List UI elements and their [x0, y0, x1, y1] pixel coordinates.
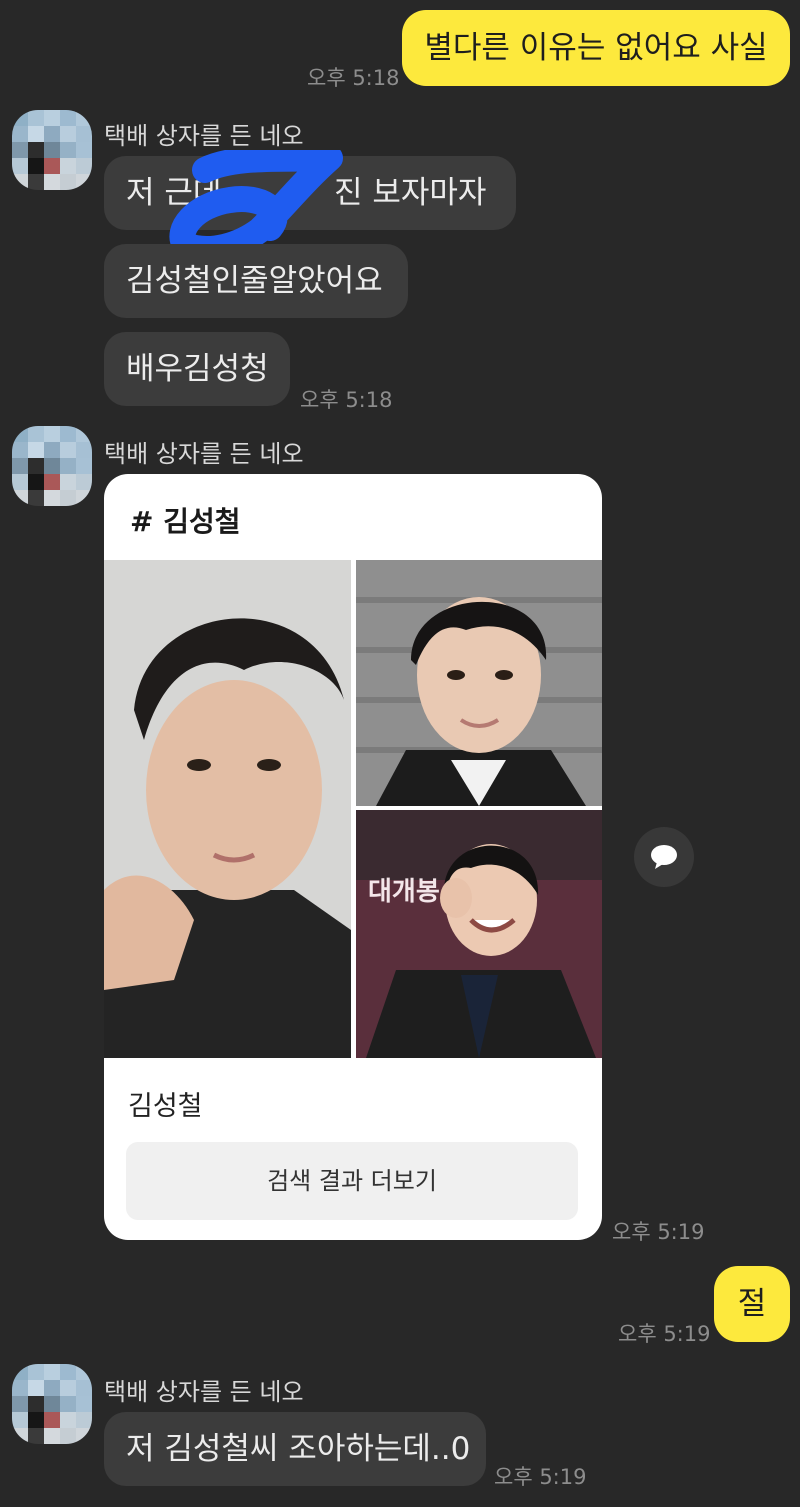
message-text-part: 저 근데: [126, 175, 222, 211]
profile-photo-top[interactable]: [356, 560, 602, 806]
message-text-part: 진 보자마자: [334, 175, 487, 211]
sender-name: 택배 상자를 든 네오: [104, 440, 304, 468]
search-result-card[interactable]: # 김성철 대개봉 김성철 검색 결과 더보기: [104, 474, 602, 1240]
incoming-message-bubble[interactable]: 김성철인줄알았어요: [104, 244, 408, 318]
share-button[interactable]: [634, 827, 694, 887]
message-time: 오후 5:19: [494, 1465, 587, 1489]
outgoing-message-bubble[interactable]: 절: [714, 1266, 790, 1342]
sender-name: 택배 상자를 든 네오: [104, 122, 304, 150]
hashtag-title: # 김성철: [130, 505, 241, 538]
message-time: 오후 5:18: [300, 388, 393, 412]
message-time: 오후 5:19: [618, 1322, 711, 1346]
avatar[interactable]: [12, 426, 92, 506]
incoming-message-bubble[interactable]: 배우김성청: [104, 332, 290, 406]
profile-photo-bottom[interactable]: 대개봉: [356, 810, 602, 1058]
sender-name: 택배 상자를 든 네오: [104, 1378, 304, 1406]
speech-bubble-icon: [651, 845, 677, 869]
incoming-message-bubble[interactable]: 저 근데 진 보자마자: [104, 156, 516, 230]
incoming-message-bubble[interactable]: 저 김성철씨 조아하는데..0: [104, 1412, 486, 1486]
search-result-name: 김성철: [128, 1091, 203, 1122]
avatar[interactable]: [12, 1364, 92, 1444]
profile-photo-large[interactable]: [104, 560, 351, 1058]
more-results-button[interactable]: 검색 결과 더보기: [126, 1142, 578, 1220]
svg-text:대개봉: 대개봉: [368, 877, 440, 907]
message-time: 오후 5:19: [612, 1220, 705, 1244]
outgoing-message-bubble[interactable]: 별다른 이유는 없어요 사실: [402, 10, 790, 86]
message-time: 오후 5:18: [307, 66, 400, 90]
avatar[interactable]: [12, 110, 92, 190]
